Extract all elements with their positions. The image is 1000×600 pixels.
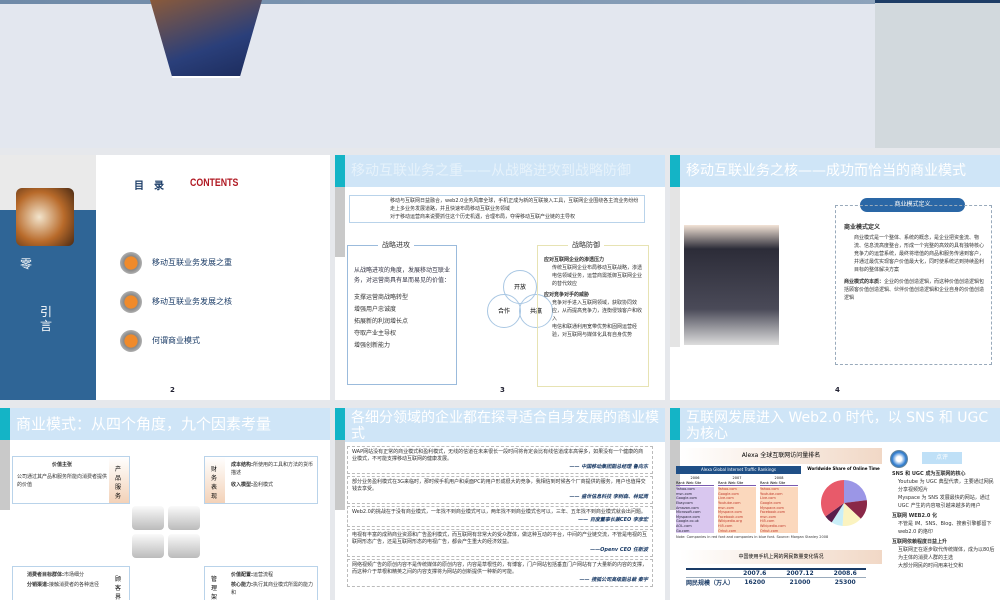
contents-label: CONTENTS bbox=[190, 177, 239, 189]
slide-thumbnail-3[interactable]: 移动互联业务之重——从战略进攻到战略防御 移动与互联网日益融合，web2.0业务… bbox=[335, 155, 665, 400]
quote: Web2.0的挑战在于没有商业模式，一年找不到商业模式可以，两年找不到商业模式也… bbox=[347, 506, 653, 527]
quote: 部分业务盈利模式在3G来临时，那时候手机用户和桌面PC的用户形成很大的竞争，我相… bbox=[347, 476, 653, 504]
alexa-rankings: Alexa Global Internet Traffic Rankings 2… bbox=[676, 466, 880, 540]
quotes-list: WAP网站没有正常的商业模式和盈利模式，无线的信道在未来很长一段时间将肯定会比有… bbox=[347, 446, 653, 587]
alexa-title: Alexa 全球互联网访问量排名 bbox=[680, 448, 882, 464]
page-number: 3 bbox=[500, 386, 505, 394]
arrow-keys-graphic bbox=[132, 506, 200, 558]
slide-thumbnail-4[interactable]: 移动互联业务之核——成功而恰当的商业模式 商业模式定义 商业模式定义 商业模式是… bbox=[670, 155, 1000, 400]
toc-list: 移动互联业务发展之重 移动互联业务发展之核 何谓商业模式 bbox=[120, 243, 232, 360]
arrow-icon bbox=[120, 329, 142, 352]
slide-thumbnail-2[interactable]: 零 引 言 目 录 CONTENTS 移动互联业务发展之重 移动互联业务发展之核… bbox=[0, 155, 330, 400]
attack-box: 战略进攻 从战略进攻的角度，发展移动互联业务，对运营商具有显而易见的价值： 支撑… bbox=[347, 240, 457, 385]
slide-top-bar bbox=[0, 0, 875, 4]
defense-box: 战略防御 应对互联网企业的渗透压力 传统互联网企业布局移动互联战略，渗透电信领域… bbox=[537, 240, 649, 387]
definition-box: 商业模式定义 商业模式是一个整体、系统的概念，是企业把资金流、物流、信息流高度整… bbox=[835, 205, 992, 365]
toc-item[interactable]: 何谓商业模式 bbox=[120, 321, 232, 360]
business-people-image bbox=[684, 225, 779, 345]
ranking-item: Orkut.com bbox=[718, 528, 737, 533]
quote: 网络视频广告的原创内容不是传统媒体的原创内容，内容是草根性的，有博客，门户网站包… bbox=[347, 559, 653, 587]
ranking-item: Orkut.com bbox=[760, 528, 779, 533]
comment-label: 点评 bbox=[922, 452, 962, 464]
finance-box: 财务表现 成本结构:所使用的工具和方法的货币描述 收入模型:盈利模式 bbox=[204, 456, 318, 504]
value-proposition-box: 价值主张 公司通过其产品和服务所能向消费者提供的价值 产品服务 bbox=[12, 456, 130, 504]
side-char: 零 bbox=[20, 257, 33, 271]
slide-thumbnail-5[interactable]: 商业模式：从四个角度，九个因素考量 价值主张 公司通过其产品和服务所能向消费者提… bbox=[0, 408, 330, 600]
china-table-title: 中国使用手机上网的网民数量变化情况 bbox=[680, 550, 882, 564]
pie-slice: Communication, 23% bbox=[844, 480, 867, 503]
ranking-column: 2007 Rank Web Site Yahoo.com Google.com Live… bbox=[718, 476, 756, 534]
slide-title: 移动互联业务之核——成功而恰当的商业模式 bbox=[680, 155, 1000, 187]
ship-image bbox=[150, 0, 262, 78]
intro-box: 移动与互联网日益融合，web2.0业务风靡全球，手机正成为新的互联接入工具，互联… bbox=[349, 195, 645, 223]
toc-item[interactable]: 移动互联业务发展之核 bbox=[120, 282, 232, 321]
toc-item[interactable]: 移动互联业务发展之重 bbox=[120, 243, 232, 282]
side-title: 言 bbox=[40, 319, 53, 333]
ranking-item: Go.com bbox=[676, 528, 690, 533]
slide-thumbnail-6[interactable]: 各细分领域的企业都在探寻适合自身发展的商业模式 WAP网站没有正常的商业模式和盈… bbox=[335, 408, 665, 600]
mobile-users-table: 2007.6 2007.12 2008.6 网民规模（万人） 16200 21000 25… bbox=[686, 568, 866, 587]
page-number: 4 bbox=[835, 386, 840, 394]
page-number: 2 bbox=[170, 386, 175, 394]
slide-thumbnail-7[interactable]: 互联网发展进入 Web2.0 时代，以 SNS 和 UGC 为核心 Alexa … bbox=[670, 408, 1000, 600]
online-time-pie: Communication, 23%Social Connections, 14… bbox=[821, 480, 867, 526]
ranking-column: 2006 Rank Web Site Yahoo.com msn.com Google.… bbox=[676, 476, 714, 534]
quote: WAP网站没有正常的商业模式和盈利模式，无线的信道在未来很长一段时间将肯定会比有… bbox=[347, 446, 653, 474]
slide-title: 各细分领域的企业都在探寻适合自身发展的商业模式 bbox=[345, 408, 665, 442]
slide-panel-edge bbox=[875, 0, 1000, 148]
ie-icon bbox=[890, 450, 908, 468]
arrow-icon bbox=[120, 290, 142, 313]
slide-title: 互联网发展进入 Web2.0 时代，以 SNS 和 UGC 为核心 bbox=[680, 408, 1000, 442]
arrow-icon bbox=[120, 251, 142, 274]
quote: 电视有丰富的成熟商业资源和广告盈利模式，而互联网有非常大的受众群体，做这种互动的… bbox=[347, 529, 653, 557]
toc-title: 目 录 bbox=[134, 181, 164, 192]
newspaper-image bbox=[16, 188, 74, 246]
slide-thumbnail-1[interactable] bbox=[0, 0, 875, 148]
slide-title: 移动互联业务之重——从战略进攻到战略防御 bbox=[345, 155, 665, 187]
slide-title: 商业模式：从四个角度，九个因素考量 bbox=[10, 408, 330, 440]
management-box: 管理架构 价值配置:运营流程 核心能力:执行其商业模式所需的能力和 bbox=[204, 566, 318, 600]
ranking-column: 2008 Rank Web Site Yahoo.com Youtube.com Liv… bbox=[760, 476, 798, 534]
customer-box: 消费者目标群体:市场细分 分销渠道:接触消费者的各种途径 顾客界面 bbox=[12, 566, 130, 600]
comments: SNS 和 UGC 成为互联网的核心 Youtube 为 UGC 典型代表，主要… bbox=[892, 471, 995, 569]
